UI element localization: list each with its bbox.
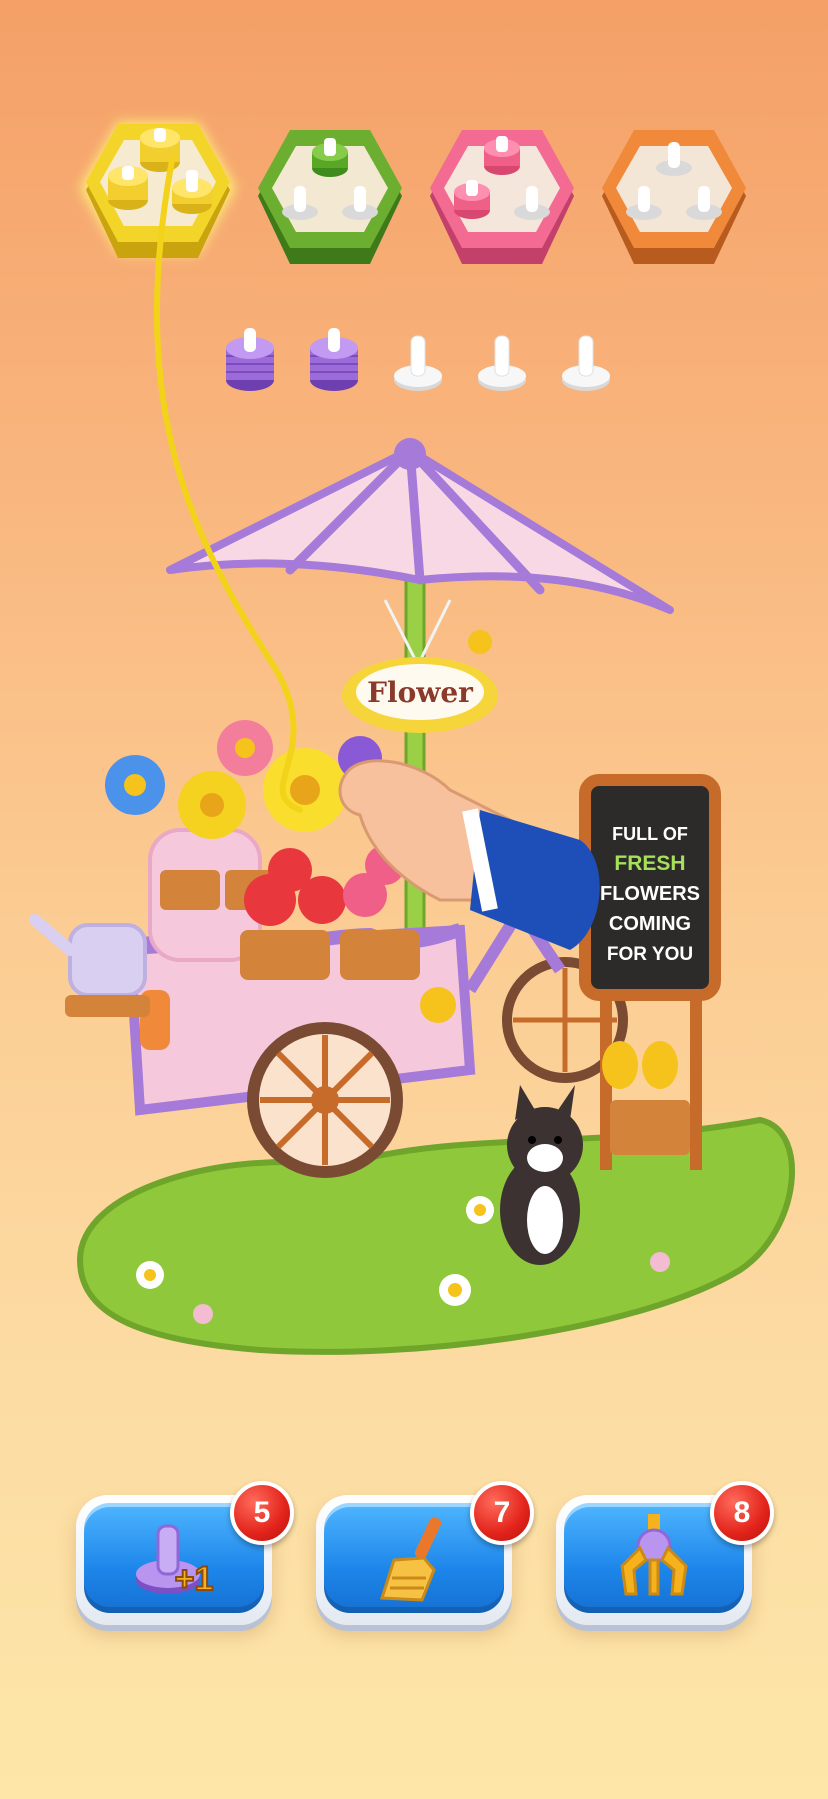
chalkboard-line-1: FULL OF [612,824,688,844]
powerup-claw-button[interactable]: 8 [556,1481,774,1625]
chalkboard: FULL OF FRESH FLOWERS COMING FOR YOU [579,774,721,1170]
peg-plus-one-icon: +1 [124,1508,224,1608]
watering-can [29,914,150,1017]
spare-peg-tray [210,318,630,408]
powerup-add-peg-button[interactable]: +1 5 [76,1481,294,1625]
claw-icon [604,1508,704,1608]
powerup-count-badge: 8 [710,1481,774,1545]
chalkboard-line-3: FLOWERS [600,883,700,905]
hex-board-green[interactable] [250,124,410,274]
svg-text:+1: +1 [175,1560,214,1598]
powerup-bar: +1 5 7 8 [0,1481,828,1645]
spare-peg-purple-stack[interactable] [220,318,280,398]
flower-cart-scene: Flower FULL OF FRESH FLOWERS COMING FOR … [29,157,800,1410]
spare-peg-empty[interactable] [388,318,448,398]
broom-icon [364,1508,464,1608]
hex-board-row [0,118,828,298]
powerup-broom-button[interactable]: 7 [316,1481,534,1625]
cart-wheel-front [247,1022,403,1178]
cat [500,1085,583,1265]
chalkboard-line-5: FOR YOU [607,944,693,965]
flower-sign-text: Flower [367,676,474,709]
hex-board-orange[interactable] [594,124,754,274]
spare-peg-purple-stack[interactable] [304,318,364,398]
umbrella [166,438,674,614]
powerup-count-badge: 5 [230,1481,294,1545]
chalkboard-line-2: FRESH [614,852,685,875]
chalkboard-line-4: COMING [609,913,691,935]
hex-board-pink[interactable] [422,124,582,274]
powerup-count-badge: 7 [470,1481,534,1545]
spare-peg-empty[interactable] [556,318,616,398]
spare-peg-empty[interactable] [472,318,532,398]
